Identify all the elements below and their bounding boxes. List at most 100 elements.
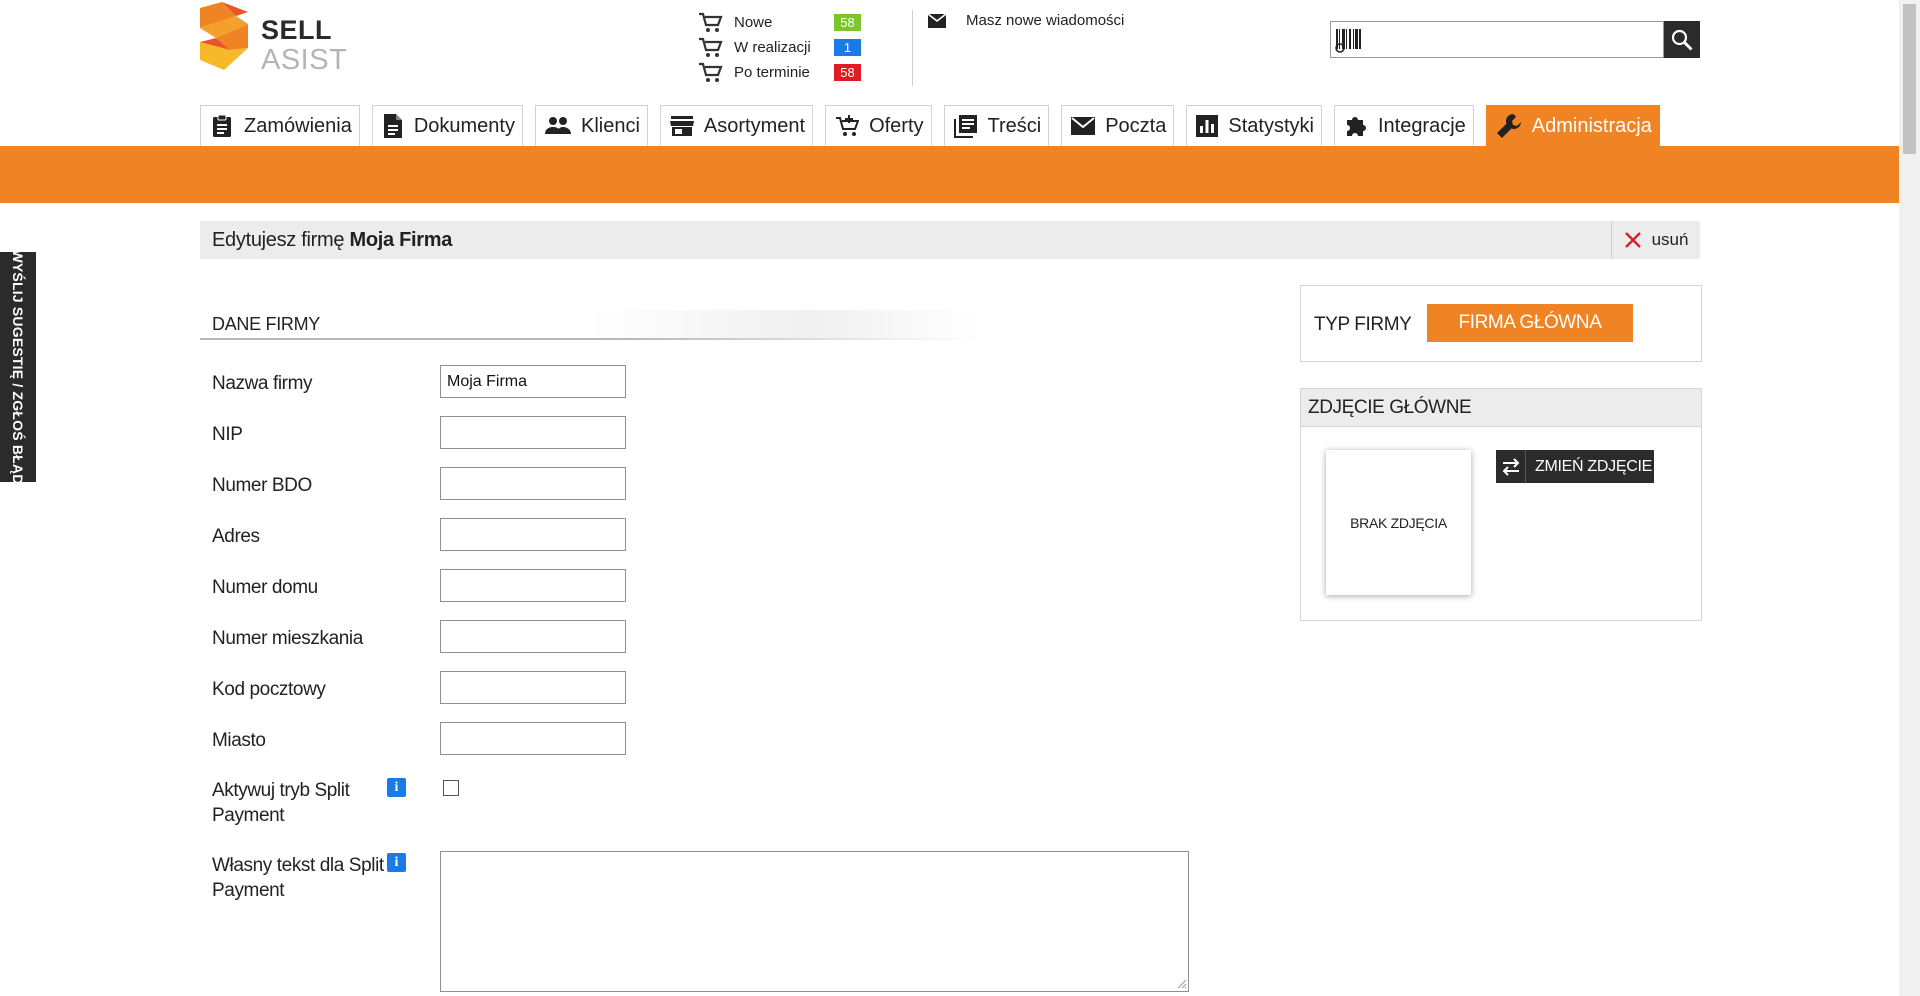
messages-label: Masz nowe wiadomości — [966, 12, 1125, 29]
company-type-panel: TYP FIRMY FIRMA GŁÓWNA — [1300, 285, 1702, 362]
split-text-textarea[interactable] — [440, 851, 1189, 992]
tab-label: Dokumenty — [413, 114, 515, 137]
content-icon — [953, 115, 977, 138]
stat-badge: 1 — [834, 39, 861, 56]
house-number-input[interactable] — [440, 569, 626, 602]
wrench-icon — [1496, 114, 1521, 138]
tab-statystyki[interactable]: Statystyki — [1186, 105, 1322, 146]
company-type-button[interactable]: FIRMA GŁÓWNA — [1427, 304, 1633, 342]
barcode-icon[interactable] — [1330, 21, 1366, 58]
field-label: Numer domu — [212, 577, 318, 598]
section-header: DANE FIRMY — [200, 310, 980, 340]
tab-label: Oferty — [869, 114, 924, 137]
tab-dokumenty[interactable]: Dokumenty — [371, 105, 523, 146]
mail-icon — [928, 13, 946, 28]
search-input[interactable] — [1366, 21, 1664, 58]
field-label: Miasto — [212, 730, 266, 751]
delete-button[interactable]: usuń — [1611, 221, 1700, 259]
scrollbar-thumb[interactable] — [1903, 4, 1916, 154]
company-name: Moja Firma — [349, 228, 453, 251]
field-label: NIP — [212, 424, 243, 445]
tab-poczta[interactable]: Poczta — [1061, 105, 1175, 146]
change-photo-label: ZMIEŃ ZDJĘCIE — [1535, 457, 1652, 475]
mail-icon — [1071, 117, 1096, 135]
tab-oferty[interactable]: Oferty — [825, 105, 932, 146]
feedback-label: WYŚLIJ SUGESTIĘ / ZGŁOŚ BŁĄD — [10, 249, 26, 485]
main-photo-panel: ZDJĘCIE GŁÓWNE BRAK ZDJĘCIA ZMIEŃ ZDJĘCI… — [1300, 388, 1702, 621]
tab-administracja[interactable]: Administracja — [1485, 105, 1660, 146]
nip-input[interactable] — [440, 416, 626, 449]
stat-badge: 58 — [834, 14, 861, 31]
company-type-label: TYP FIRMY — [1314, 314, 1412, 335]
section-title: DANE FIRMY — [212, 314, 321, 334]
field-label: Numer mieszkania — [212, 628, 363, 649]
people-icon — [544, 117, 571, 134]
tab-asortyment[interactable]: Asortyment — [659, 105, 814, 146]
chart-icon — [1196, 115, 1219, 137]
tab-tresci[interactable]: Treści — [943, 105, 1050, 146]
cart-icon — [699, 37, 723, 57]
city-input[interactable] — [440, 722, 626, 755]
messages-link[interactable]: Masz nowe wiadomości — [928, 12, 1124, 29]
field-label: Numer BDO — [212, 475, 312, 496]
tab-label: Zamówienia — [244, 114, 352, 137]
split-payment-checkbox[interactable] — [443, 780, 459, 796]
cart-icon — [699, 62, 723, 82]
puzzle-icon — [1346, 117, 1366, 136]
brand-line-2: ASIST — [261, 44, 348, 76]
address-input[interactable] — [440, 518, 626, 551]
page-title-prefix: Edytujesz firmę — [212, 228, 345, 251]
field-label: Adres — [212, 526, 260, 547]
postal-code-input[interactable] — [440, 671, 626, 704]
search-icon — [1671, 29, 1693, 51]
info-icon[interactable]: i — [387, 778, 406, 797]
brand-logo[interactable]: SELL ASIST — [200, 2, 350, 84]
search-button[interactable] — [1664, 21, 1700, 58]
tab-integracje[interactable]: Integracje — [1333, 105, 1474, 146]
main-photo-header: ZDJĘCIE GŁÓWNE — [1301, 389, 1701, 427]
page-scrollbar[interactable] — [1899, 0, 1920, 996]
tab-label: Asortyment — [703, 114, 806, 137]
stat-new[interactable]: Nowe 58 — [698, 10, 861, 35]
stat-badge: 58 — [834, 64, 861, 81]
store-icon — [669, 116, 694, 136]
swap-icon — [1496, 450, 1526, 483]
company-name-input[interactable] — [440, 365, 626, 398]
stat-in-progress[interactable]: W realizacji 1 — [698, 35, 861, 60]
order-stats: Nowe 58 W realizacji 1 Po terminie 58 — [698, 10, 861, 85]
field-label: Kod pocztowy — [212, 679, 326, 700]
page-title-bar: Edytujesz firmę Moja Firma usuń — [200, 221, 1700, 259]
nav-accent-bar — [0, 146, 1899, 203]
tab-label: Statystyki — [1228, 114, 1314, 137]
stat-overdue[interactable]: Po terminie 58 — [698, 60, 861, 85]
apartment-number-input[interactable] — [440, 620, 626, 653]
main-nav: Zamówienia Dokumenty Klienci Asortyment … — [200, 105, 1672, 146]
stat-label: W realizacji — [734, 39, 811, 56]
page-title: Edytujesz firmę Moja Firma — [200, 229, 452, 252]
bdo-input[interactable] — [440, 467, 626, 500]
split-payment-label: Aktywuj tryb Split Payment — [212, 780, 350, 826]
field-label: Nazwa firmy — [212, 373, 313, 394]
delete-label: usuń — [1651, 230, 1689, 249]
clipboard-icon — [213, 114, 231, 137]
feedback-tab[interactable]: WYŚLIJ SUGESTIĘ / ZGŁOŚ BŁĄD — [0, 249, 36, 485]
logo-mark-icon — [200, 2, 248, 70]
change-photo-button[interactable]: ZMIEŃ ZDJĘCIE — [1496, 450, 1654, 483]
photo-placeholder: BRAK ZDJĘCIA — [1326, 450, 1471, 595]
brand-line-1: SELL — [261, 15, 333, 45]
resize-grip-icon[interactable] — [1177, 979, 1187, 989]
info-icon[interactable]: i — [387, 853, 406, 872]
tab-zamowienia[interactable]: Zamówienia — [200, 105, 360, 146]
tab-label: Klienci — [580, 114, 640, 137]
tab-label: Integracje — [1377, 114, 1466, 137]
tab-klienci[interactable]: Klienci — [534, 105, 648, 146]
stat-label: Nowe — [734, 14, 773, 31]
split-text-label: Własny tekst dla Split Payment — [212, 855, 384, 901]
cart-icon — [699, 12, 723, 32]
document-icon — [383, 114, 402, 138]
cart-plus-icon — [836, 115, 860, 136]
stat-label: Po terminie — [734, 64, 810, 81]
search-box — [1330, 21, 1700, 58]
header-divider — [912, 10, 913, 86]
tab-label: Treści — [987, 114, 1042, 137]
